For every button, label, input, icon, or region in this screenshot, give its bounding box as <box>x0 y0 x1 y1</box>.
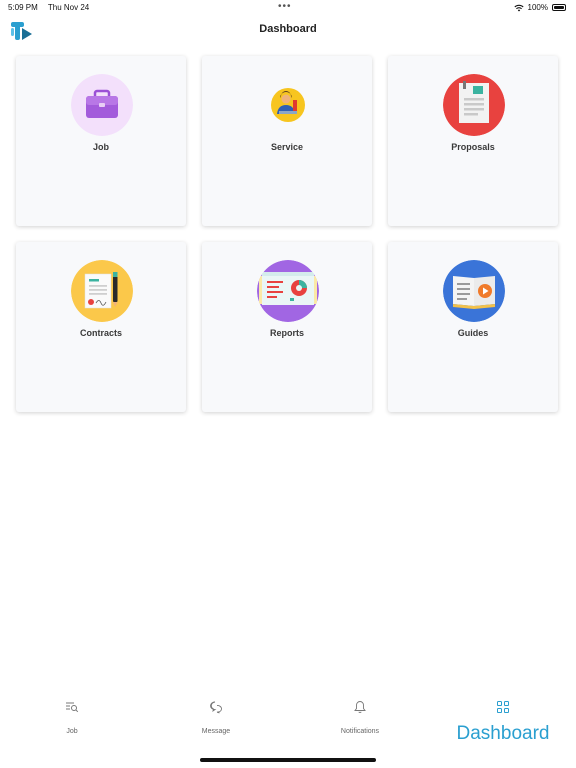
battery-percent: 100% <box>527 3 548 12</box>
battery-icon <box>552 4 566 11</box>
tab-label: Job <box>66 728 78 735</box>
card-label: Proposals <box>451 142 495 152</box>
tab-notifications[interactable]: Notifications <box>300 700 420 748</box>
proposal-document-icon <box>443 74 505 136</box>
card-label: Reports <box>269 328 304 338</box>
home-indicator[interactable] <box>200 758 376 762</box>
tab-label: Message <box>201 728 231 735</box>
briefcase-icon <box>71 74 133 136</box>
guide-book-video-icon <box>443 260 505 322</box>
chat-bubbles-icon <box>210 701 222 714</box>
header: Dashboard <box>0 14 576 44</box>
wifi-icon <box>513 4 524 11</box>
multitasking-dots[interactable]: ••• <box>278 1 292 12</box>
card-job[interactable]: Job <box>16 56 186 226</box>
service-person-icon <box>257 74 319 136</box>
status-time: 5:09 PM <box>8 3 38 12</box>
dashboard-grid: Job Service Proposals Contracts Reports … <box>16 56 560 412</box>
card-label: Service <box>270 142 304 152</box>
contract-pen-icon <box>71 260 133 322</box>
card-contracts[interactable]: Contracts <box>16 242 186 412</box>
card-reports[interactable]: Reports <box>202 242 372 412</box>
tab-dashboard[interactable]: Dashboard <box>443 700 563 748</box>
card-label: Guides <box>457 328 489 338</box>
card-service[interactable]: Service <box>202 56 372 226</box>
tab-bar: Job Message Notifications Dashboard <box>0 696 576 768</box>
status-right: 100% <box>513 3 566 12</box>
tab-message[interactable]: Message <box>156 700 276 748</box>
card-guides[interactable]: Guides <box>388 242 558 412</box>
page-title: Dashboard <box>259 23 317 35</box>
card-proposals[interactable]: Proposals <box>388 56 558 226</box>
tab-job[interactable]: Job <box>12 700 132 748</box>
card-label: Job <box>92 142 109 152</box>
status-left: 5:09 PM Thu Nov 24 <box>8 3 97 12</box>
bell-icon <box>354 701 366 714</box>
status-bar: 5:09 PM Thu Nov 24 ••• 100% <box>0 0 576 14</box>
card-label: Contracts <box>79 328 122 338</box>
tab-label: Dashboard <box>456 723 550 744</box>
grid-icon <box>497 701 509 713</box>
tab-label: Notifications <box>340 728 380 735</box>
job-search-icon <box>66 702 79 713</box>
report-chart-icon <box>257 260 319 322</box>
status-date: Thu Nov 24 <box>47 3 90 12</box>
